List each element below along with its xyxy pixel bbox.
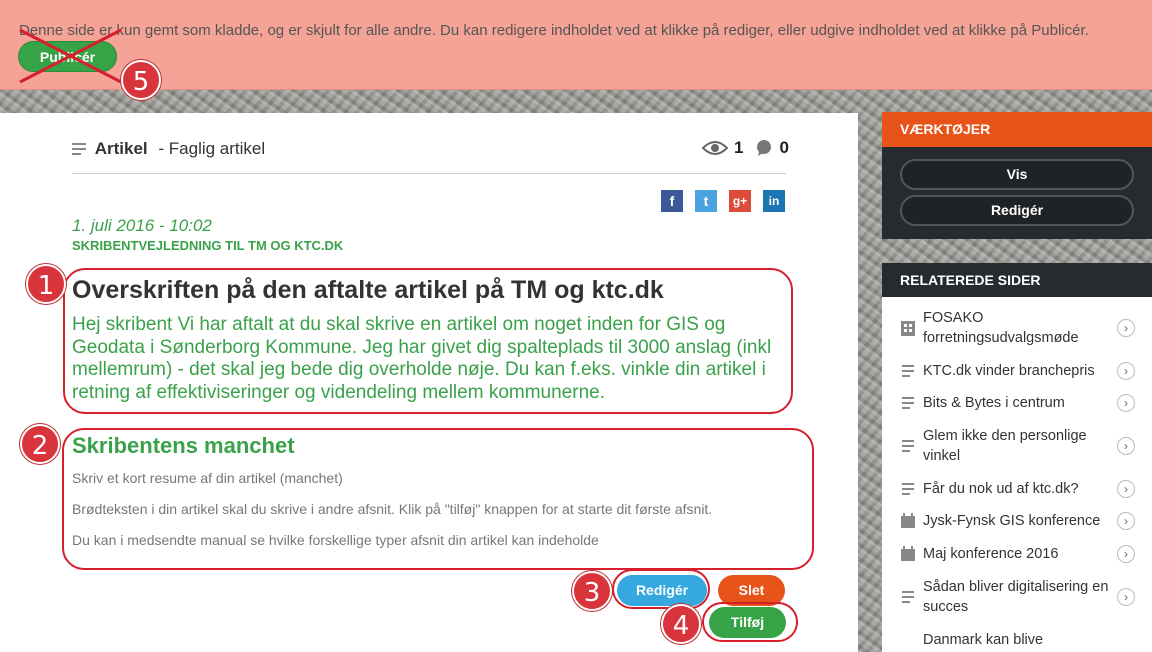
article-icon	[902, 397, 914, 409]
article-icon	[902, 365, 914, 377]
chevron-right-icon: ›	[1117, 362, 1135, 380]
add-section-button[interactable]: Tilføj	[709, 607, 786, 638]
related-heading: RELATEREDE SIDER	[882, 263, 1152, 297]
article-headline: Overskriften på den aftalte artikel på T…	[72, 276, 664, 304]
section-title: Skribentens manchet	[72, 433, 295, 458]
chevron-right-icon: ›	[1117, 394, 1135, 412]
calendar-icon	[901, 546, 915, 561]
related-item[interactable]: Får du nok ud af ktc.dk? ›	[900, 479, 1135, 499]
section-paragraph: Brødteksten i din artikel skal du skrive…	[72, 501, 713, 517]
facebook-icon[interactable]: f	[661, 190, 683, 212]
chevron-right-icon: ›	[1117, 588, 1135, 606]
related-item-label: Sådan bliver digitalisering en succes	[923, 579, 1109, 615]
article-icon	[902, 440, 914, 452]
article-lead: Hej skribent Vi har aftalt at du skal sk…	[72, 314, 772, 403]
edit-page-button[interactable]: Redigér	[900, 195, 1134, 226]
related-item-label: Får du nok ud af ktc.dk?	[923, 481, 1079, 497]
article-stats: 1 0	[702, 138, 789, 158]
related-item[interactable]: FOSAKO forretningsudvalgsmøde ›	[900, 308, 1135, 348]
draft-notice-text: Denne side er kun gemt som kladde, og er…	[19, 22, 1089, 39]
article-icon	[902, 591, 914, 603]
building-icon	[901, 321, 915, 336]
related-item[interactable]: Jysk-Fynsk GIS konference ›	[900, 511, 1135, 531]
content-type-detail: - Faglig artikel	[158, 139, 266, 158]
article-type-icon	[72, 143, 86, 155]
step-badge-4: 4	[661, 604, 701, 644]
related-item[interactable]: KTC.dk vinder branchepris ›	[900, 361, 1135, 381]
chevron-right-icon: ›	[1117, 545, 1135, 563]
article-date: 1. juli 2016 - 10:02	[72, 216, 212, 235]
chevron-right-icon: ›	[1117, 480, 1135, 498]
comment-count: 0	[779, 138, 789, 157]
section-paragraph: Skriv et kort resume af din artikel (man…	[72, 470, 343, 486]
step-badge-1: 1	[26, 264, 66, 304]
related-item[interactable]: Glem ikke den personlige vinkel ›	[900, 426, 1135, 466]
related-item-label: Maj konference 2016	[923, 546, 1059, 562]
view-button[interactable]: Vis	[900, 159, 1134, 190]
social-share-bar: f t g+ in	[661, 190, 785, 212]
edit-section-button[interactable]: Redigér	[617, 575, 707, 606]
section-paragraph: Du kan i medsendte manual se hvilke fors…	[72, 532, 599, 548]
comment-icon	[757, 140, 772, 156]
step-badge-5: 5	[121, 60, 161, 100]
related-item-label: Bits & Bytes i centrum	[923, 395, 1065, 411]
view-count: 1	[734, 138, 744, 157]
step-badge-3: 3	[572, 571, 612, 611]
related-item-label: FOSAKO forretningsudvalgsmøde	[923, 310, 1079, 346]
calendar-icon	[901, 513, 915, 528]
related-item-label: Danmark kan blive	[923, 632, 1044, 648]
draft-notice: Denne side er kun gemt som kladde, og er…	[0, 0, 1152, 100]
header-divider	[72, 173, 786, 174]
related-item[interactable]: Danmark kan blive	[900, 630, 1135, 650]
article-category[interactable]: SKRIBENTVEJLEDNING TIL TM OG KTC.DK	[72, 238, 343, 253]
related-item[interactable]: Bits & Bytes i centrum ›	[900, 393, 1135, 413]
related-item-label: Glem ikke den personlige vinkel	[923, 428, 1087, 464]
content-type-row: Artikel - Faglig artikel	[72, 139, 265, 159]
article-icon	[902, 483, 914, 495]
google-plus-icon[interactable]: g+	[729, 190, 751, 212]
chevron-right-icon: ›	[1117, 319, 1135, 337]
eye-icon	[702, 141, 728, 155]
content-type-label: Artikel	[94, 139, 148, 158]
cross-out-mark	[19, 28, 122, 84]
related-item[interactable]: Maj konference 2016 ›	[900, 544, 1135, 564]
linkedin-icon[interactable]: in	[763, 190, 785, 212]
twitter-icon[interactable]: t	[695, 190, 717, 212]
chevron-right-icon: ›	[1117, 437, 1135, 455]
tools-heading: VÆRKTØJER	[882, 112, 1152, 147]
chevron-right-icon: ›	[1117, 512, 1135, 530]
related-item-label: Jysk-Fynsk GIS konference	[923, 513, 1101, 529]
related-item[interactable]: Sådan bliver digitalisering en succes ›	[900, 577, 1135, 617]
related-item-label: KTC.dk vinder branchepris	[923, 363, 1095, 379]
step-badge-2: 2	[20, 424, 60, 464]
